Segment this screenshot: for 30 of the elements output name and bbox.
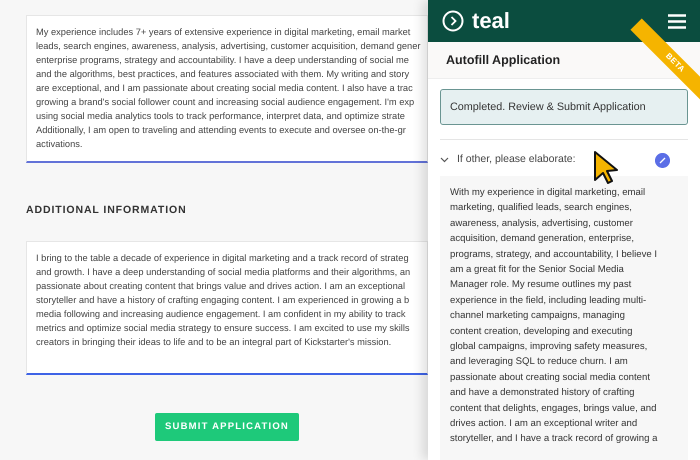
text-line: are exceptional, and I am passionate about creating social media content. I also have a trac (36, 82, 413, 95)
status-message: Completed. Review & Submit Application (440, 89, 688, 126)
text-line: My experience includes 7+ years of extensive experience in digital marketing, email market (36, 26, 410, 39)
text-line: enterprise programs, strategy and accountability. I have a deep understanding of social me (36, 54, 409, 67)
text-line: growing a brand's social follower count and increasing social audience engagement. I'm exp (36, 96, 414, 109)
text-line: creators in bringing their ideas to life and to be an integral part of Kickstarter's mission. (36, 336, 392, 349)
text-line: metrics and optimize social media strategy to ensure success. I am excited to use my skills (36, 322, 410, 335)
answer-field[interactable] (26, 240, 428, 375)
section-heading: ADDITIONAL INFORMATION (26, 203, 188, 218)
text-line: passionate about creating content that brings value and drives action. I am an exceptional (36, 280, 406, 293)
chevron-down-icon[interactable] (440, 157, 449, 164)
panel-title: Autofill Application (446, 52, 560, 69)
answer-text: With my experience in digital marketing, email marketing, qualified leads, search engines, awareness, analysis, advertising, customer acquisition, demand generation, enterprise, programs, strategy, and accountability, I believe I am a great fit for the Senior Social Media Manager role. My resume outlines my past experience in the field, including leading multi- channel marketing campaigns, managing content creation, developing and executing global campaigns, improving safety measures, and leveraging SQL to reduce churn. I am passionate about creating social media content and have a demonstrated history of crafting content that delights, engages, brings value, and drives action. I am an exceptional writer and storyteller, and I have a track record of growing a (440, 176, 688, 460)
text-line: leads, search engines, awareness, analysis, advertising, customer acquisition, demand gener (36, 40, 420, 53)
text-line: storyteller and have a history of crafting engaging content. I am experienced in growing a b (36, 294, 410, 307)
menu-icon[interactable] (668, 14, 686, 28)
chevron-circle-icon (442, 10, 464, 32)
cursor-icon (593, 150, 621, 184)
submit-button[interactable]: SUBMIT APPLICATION (155, 412, 299, 441)
text-line: I bring to the table a decade of experience in digital marketing and a track record of strateg (36, 252, 409, 265)
text-line: and growth. I have a deep understanding of social media platforms and their algorithms, an (36, 266, 410, 279)
question-label: If other, please elaborate: (457, 152, 576, 168)
text-line: using social media analytics tools to track performance, interpret data, and optimize strate (36, 110, 405, 123)
text-line: media following and increasing audience engagement. I am confident in my ability to track (36, 308, 406, 321)
logo-text: teal (472, 10, 510, 32)
text-line: and the algorithms, best practices, and features associated with them. My writing and story (36, 68, 410, 81)
text-line: activations. (36, 138, 83, 151)
text-line: Additionally, I am open to traveling and attending events to execute and oversee on-the-gr (36, 124, 406, 137)
answer-field[interactable] (26, 15, 428, 163)
edit-icon[interactable] (655, 152, 670, 168)
